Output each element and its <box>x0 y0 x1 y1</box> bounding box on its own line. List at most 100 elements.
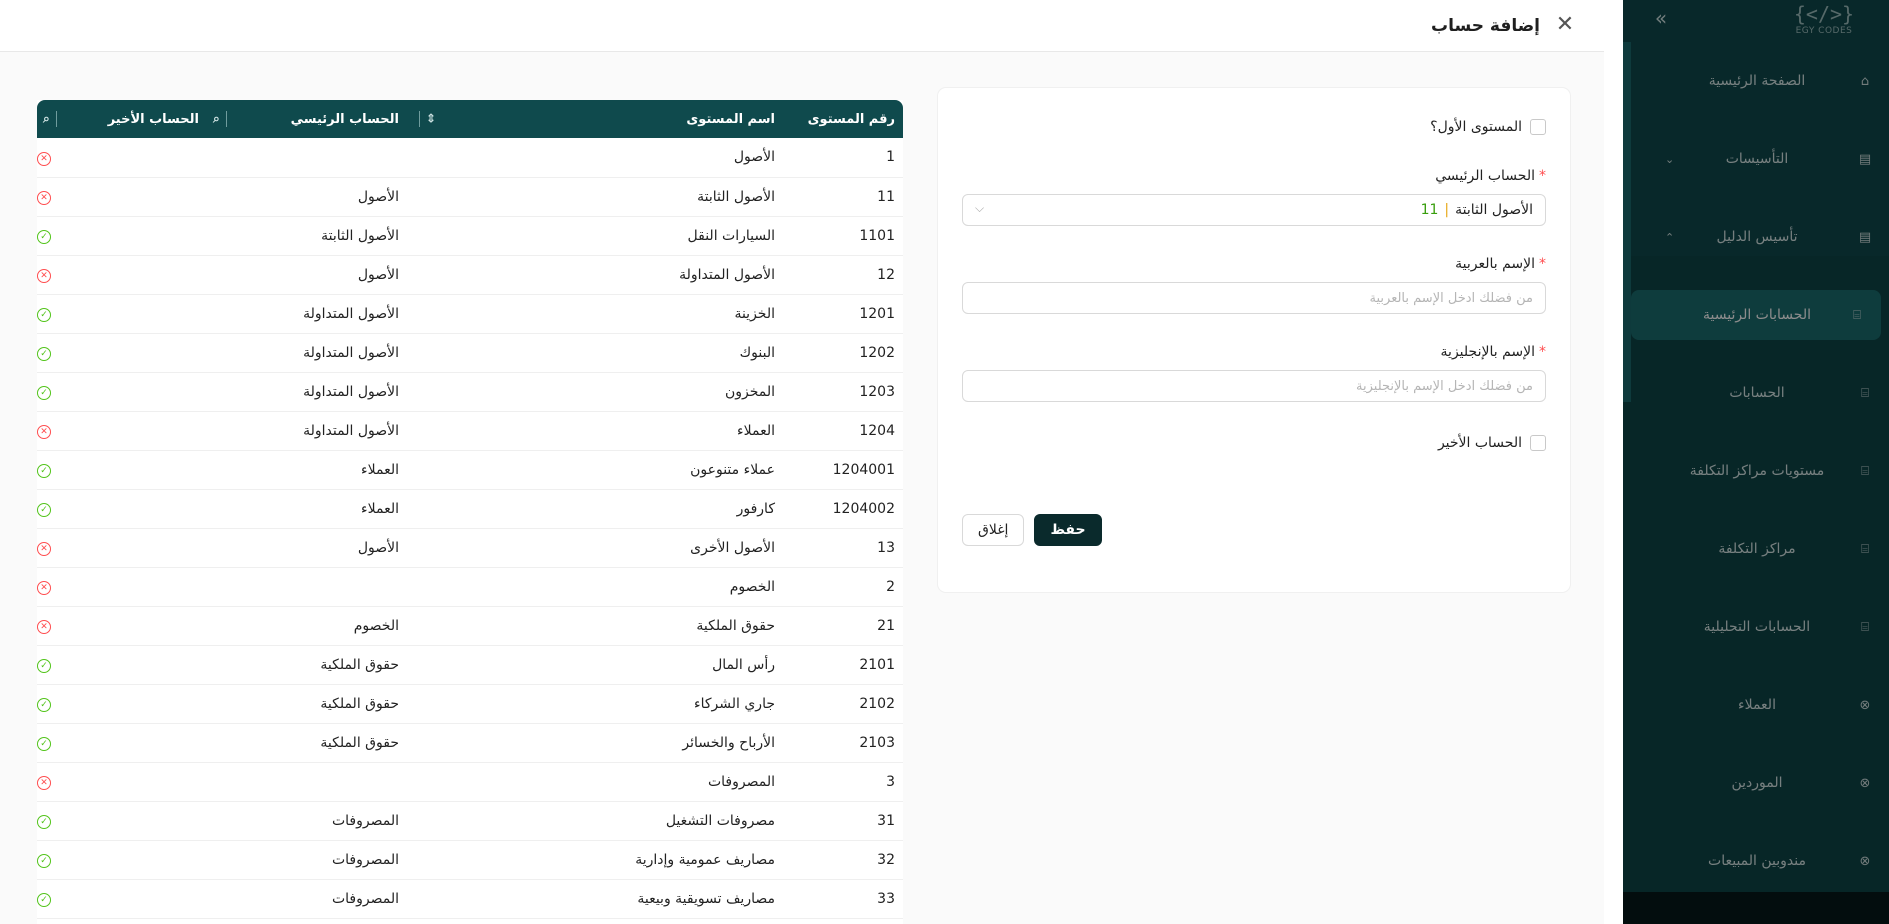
cell-parent-account: الخصوم <box>353 617 399 634</box>
sidebar-item[interactable]: ⌸ مستويات مراكز التكلفة <box>1623 446 1889 496</box>
table-row[interactable]: 33 مصاريف تسويقية وبيعية المصروفات ✓ <box>37 879 903 918</box>
cell-level-number: 1 <box>886 149 895 166</box>
name-en-input[interactable] <box>962 370 1546 402</box>
cell-level-name: رأس المال <box>712 656 775 673</box>
last-account-row: الحساب الأخير <box>962 432 1546 454</box>
parent-account-select[interactable]: الأصول الثابتة | 11 ⌵ <box>962 194 1546 226</box>
table-row[interactable]: 13 الأصول الأخرى الأصول ✕ <box>37 528 903 567</box>
chevron-down-icon[interactable]: ⌵ <box>975 201 984 216</box>
table-row[interactable]: 1204001 عملاء متنوعون العملاء ✓ <box>37 450 903 489</box>
save-button[interactable]: حفظ <box>1034 514 1102 546</box>
sidebar-item[interactable]: ⌸ الحسابات <box>1623 368 1889 418</box>
cell-level-name: كارفور <box>736 500 775 517</box>
sidebar-item[interactable]: ⊗ مندوبين المبيعات <box>1623 836 1889 886</box>
cell-last-account: ✕ <box>37 762 207 801</box>
name-ar-label: *الإسم بالعربية <box>1455 256 1546 272</box>
logo-mark-icon: {</>} <box>1793 2 1855 26</box>
header-level-number[interactable]: رقم المستوى <box>783 100 903 138</box>
cell-level-name: السيارات النقل <box>687 227 775 244</box>
header-level-name[interactable]: اسم المستوى ⇕ <box>407 100 783 138</box>
cell-level-name: مصاريف عمومية وإدارية <box>635 851 775 868</box>
logo: {</>} EGY CODES <box>1789 2 1859 36</box>
name-ar-input[interactable] <box>962 282 1546 314</box>
accounts-table-container: رقم المستوى اسم المستوى ⇕ الحساب الرئيسي… <box>37 100 903 924</box>
bank-icon: ⌸ <box>1861 541 1869 557</box>
cell-last-account: ✓ <box>37 840 207 879</box>
close-button[interactable]: إغلاق <box>962 514 1025 546</box>
collapse-sidebar-icon[interactable]: » <box>1649 6 1673 30</box>
cell-parent-account: المصروفات <box>331 890 399 907</box>
cell-level-number: 11 <box>877 188 895 205</box>
cell-level-number: 1204002 <box>832 500 895 517</box>
table-row[interactable]: 1204002 كارفور العملاء ✓ <box>37 489 903 528</box>
table-row[interactable]: 3 المصروفات ✕ <box>37 762 903 801</box>
check-circle-icon: ✓ <box>37 815 51 829</box>
table-row[interactable]: 1 الأصول ✕ <box>37 138 903 177</box>
cell-level-name: مصاريف تسويقية وبيعية <box>637 890 775 907</box>
cell-last-account: ✓ <box>37 489 207 528</box>
chevron-down-icon[interactable]: ⌄ <box>1665 153 1674 166</box>
table-row[interactable]: 2102 جاري الشركاء حقوق الملكية ✓ <box>37 684 903 723</box>
building-icon: ▤ <box>1858 151 1872 167</box>
table-row[interactable]: 1202 البنوك الأصول المتداولة ✓ <box>37 333 903 372</box>
table-row[interactable]: 1204 العملاء الأصول المتداولة ✕ <box>37 411 903 450</box>
sidebar-item[interactable]: ⌂ الصفحة الرئيسية <box>1623 56 1889 106</box>
cell-parent-account <box>207 138 407 177</box>
table-row[interactable]: 31 مصروفات التشغيل المصروفات ✓ <box>37 801 903 840</box>
close-circle-icon: ⊗ <box>1859 697 1871 713</box>
sidebar-item-label: مندوبين المبيعات <box>1708 853 1806 869</box>
first-level-checkbox[interactable] <box>1530 119 1546 135</box>
table-row[interactable]: 2 الخصوم ✕ <box>37 567 903 606</box>
last-account-label: الحساب الأخير <box>1437 435 1522 451</box>
sidebar-item[interactable]: ⌸ الحسابات الرئيسية <box>1631 290 1881 340</box>
check-circle-icon: ✓ <box>37 698 51 712</box>
sidebar: {</>} EGY CODES » ⌂ الصفحة الرئيسية ▤ التأس… <box>1623 0 1889 924</box>
cell-level-name: المخزون <box>724 383 775 400</box>
first-level-row: المستوى الأول؟ <box>962 116 1546 138</box>
sidebar-item[interactable]: ⌸ مراكز التكلفة <box>1623 524 1889 574</box>
cell-parent-account: الأصول المتداولة <box>303 344 399 361</box>
table-row[interactable]: 1203 المخزون الأصول المتداولة ✓ <box>37 372 903 411</box>
table-row[interactable]: 11 الأصول الثابتة الأصول ✕ <box>37 177 903 216</box>
header-parent-account[interactable]: الحساب الرئيسي ⌕ <box>207 100 407 138</box>
cell-parent-account <box>207 567 407 606</box>
sidebar-item[interactable]: ⌸ الحسابات التحليلية <box>1623 602 1889 652</box>
name-en-label: *الإسم بالإنجليزية <box>1440 344 1546 360</box>
sidebar-item[interactable]: ⊗ الموردين <box>1623 758 1889 808</box>
close-circle-icon: ✕ <box>37 542 51 556</box>
sidebar-item[interactable]: ⊗ العملاء <box>1623 680 1889 730</box>
cell-level-name: الخزينة <box>734 305 775 322</box>
cell-last-account: ✓ <box>37 879 207 918</box>
first-level-label: المستوى الأول؟ <box>1430 119 1522 135</box>
cell-last-account: ✓ <box>37 645 207 684</box>
search-icon[interactable]: ⌕ <box>43 112 50 126</box>
cell-level-number: 2102 <box>859 695 895 712</box>
cell-last-account: ✕ <box>37 411 207 450</box>
sidebar-item-label: الحسابات <box>1729 385 1785 401</box>
table-row[interactable]: 2103 الأرباح والخسائر حقوق الملكية ✓ <box>37 723 903 762</box>
sort-icon[interactable]: ⇕ <box>426 112 436 126</box>
last-account-checkbox[interactable] <box>1530 435 1546 451</box>
table-row[interactable]: 21 حقوق الملكية الخصوم ✕ <box>37 606 903 645</box>
bank-icon: ⌸ <box>1861 385 1869 401</box>
parent-account-field: *الحساب الرئيسي الأصول الثابتة | 11 ⌵ <box>962 168 1546 226</box>
cell-last-account: ✕ <box>37 138 207 177</box>
cell-level-number: 32 <box>877 851 895 868</box>
table-row[interactable]: 12 الأصول المتداولة الأصول ✕ <box>37 255 903 294</box>
sidebar-item[interactable]: ▤ تأسيس الدليل ⌃ <box>1623 212 1889 262</box>
close-circle-icon: ⊗ <box>1859 775 1871 791</box>
chevron-up-icon[interactable]: ⌃ <box>1665 231 1674 244</box>
table-row[interactable]: 32 مصاريف عمومية وإدارية المصروفات ✓ <box>37 840 903 879</box>
table-row[interactable]: 1101 السيارات النقل الأصول الثابتة ✓ <box>37 216 903 255</box>
sidebar-item-label: مستويات مراكز التكلفة <box>1689 463 1825 479</box>
table-row[interactable]: 1201 الخزينة الأصول المتداولة ✓ <box>37 294 903 333</box>
cell-parent-account: الأصول <box>357 188 399 205</box>
sidebar-item[interactable]: ▤ التأسيسات ⌄ <box>1623 134 1889 184</box>
cell-level-number: 1101 <box>859 227 895 244</box>
header-last-account[interactable]: الحساب الأخير ⌕ <box>37 100 207 138</box>
table-row[interactable]: 2101 رأس المال حقوق الملكية ✓ <box>37 645 903 684</box>
cell-parent-account: العملاء <box>361 461 399 478</box>
close-icon[interactable]: ✕ <box>1552 12 1578 38</box>
search-icon[interactable]: ⌕ <box>213 112 220 126</box>
check-circle-icon: ✓ <box>37 659 51 673</box>
